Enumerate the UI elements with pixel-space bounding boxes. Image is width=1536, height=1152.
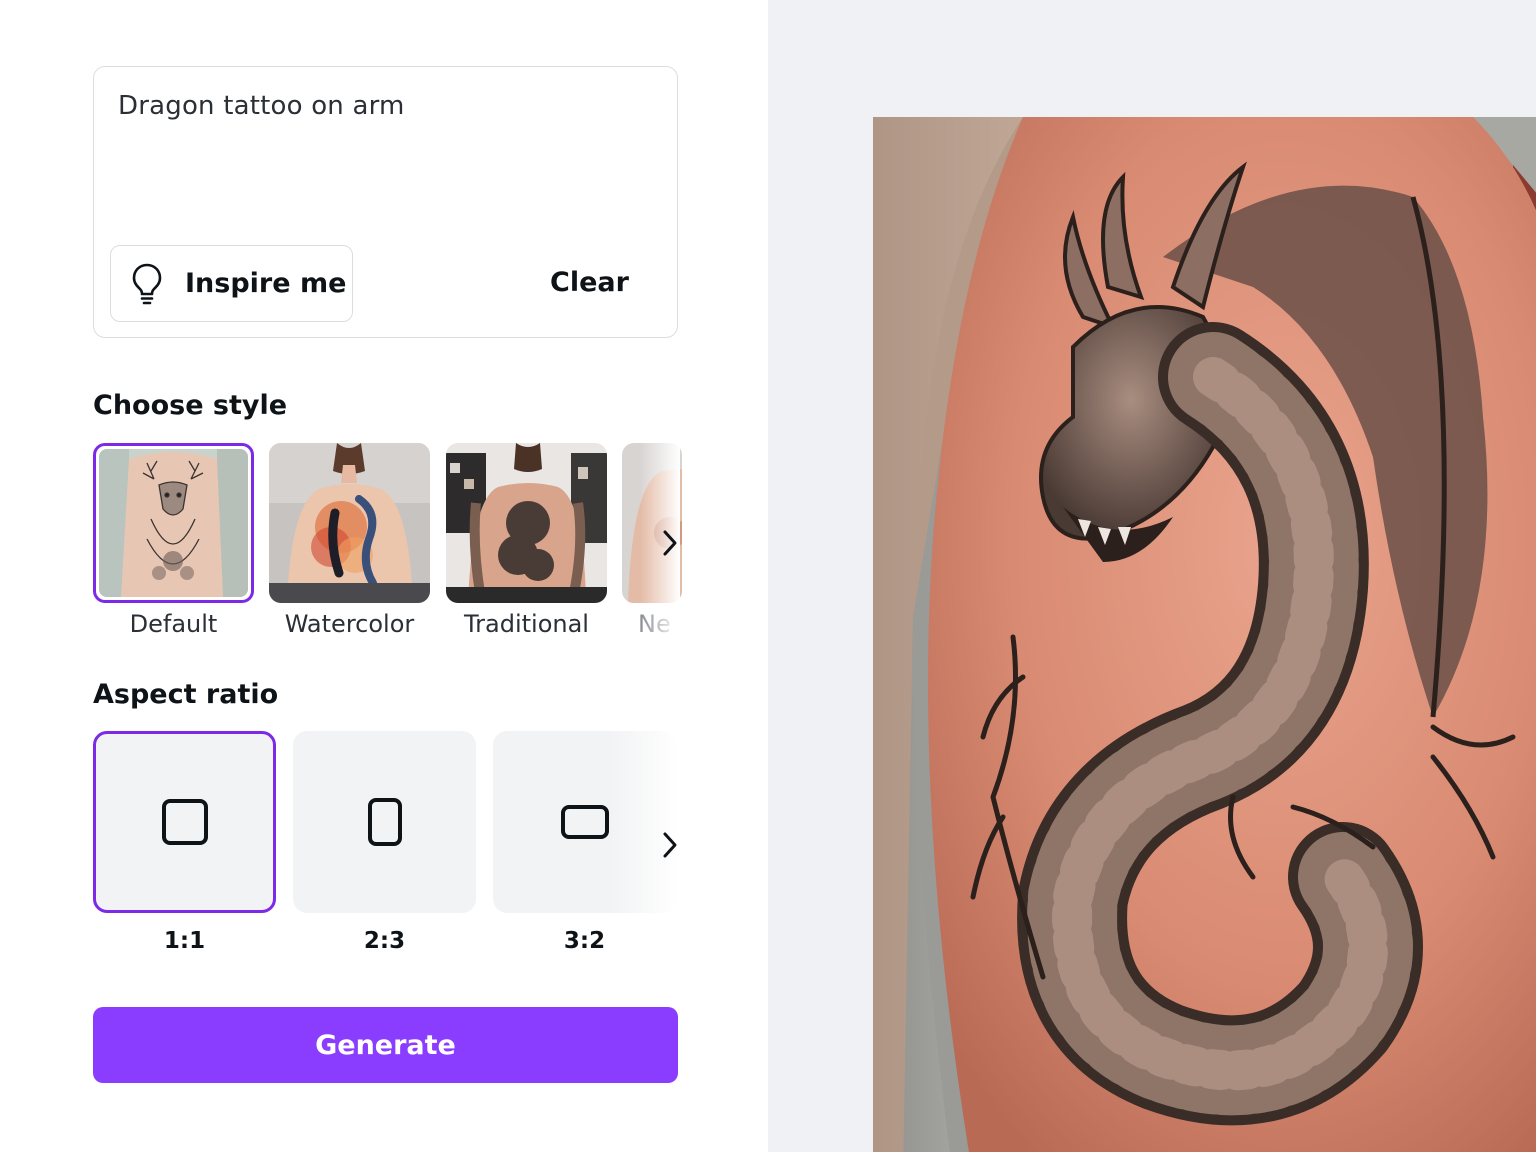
style-label-partial: Ne xyxy=(638,610,671,638)
ratio-option-3-2[interactable] xyxy=(493,731,676,913)
style-thumbnail-traditional xyxy=(446,443,607,603)
style-option-watercolor[interactable] xyxy=(269,443,430,603)
portrait-ratio-icon xyxy=(367,798,402,846)
style-thumbnail-default xyxy=(99,449,248,597)
landscape-ratio-icon xyxy=(560,805,609,839)
inspire-me-button[interactable]: Inspire me xyxy=(110,245,353,322)
ratio-next-chevron-icon[interactable] xyxy=(659,830,681,860)
style-label-default: Default xyxy=(129,610,218,638)
style-option-default[interactable] xyxy=(93,443,254,603)
generate-button[interactable]: Generate xyxy=(93,1007,678,1083)
clear-button[interactable]: Clear xyxy=(550,267,629,298)
style-thumbnail-partial xyxy=(622,443,682,603)
prompt-text[interactable]: Dragon tattoo on arm xyxy=(118,91,405,121)
ratio-label-2-3: 2:3 xyxy=(363,928,406,954)
generator-panel: Dragon tattoo on arm Inspire me Clear Ch… xyxy=(0,0,768,1152)
style-option-partial[interactable] xyxy=(622,443,682,603)
ratio-option-2-3[interactable] xyxy=(293,731,476,913)
style-label-traditional: Traditional xyxy=(464,610,589,638)
prompt-textarea[interactable]: Dragon tattoo on arm Inspire me Clear xyxy=(93,66,678,338)
style-next-chevron-icon[interactable] xyxy=(659,528,681,558)
inspire-me-label: Inspire me xyxy=(185,268,347,299)
style-option-traditional[interactable] xyxy=(446,443,607,603)
preview-panel xyxy=(768,0,1536,1152)
style-label-watercolor: Watercolor xyxy=(284,610,415,638)
ratio-label-1-1: 1:1 xyxy=(163,928,206,954)
generated-result-image[interactable] xyxy=(873,117,1536,1152)
choose-style-heading: Choose style xyxy=(93,390,288,421)
aspect-ratio-heading: Aspect ratio xyxy=(93,679,279,710)
ratio-option-1-1[interactable] xyxy=(93,731,276,913)
lightbulb-icon xyxy=(132,263,162,304)
style-thumbnail-watercolor xyxy=(269,443,430,603)
ratio-label-3-2: 3:2 xyxy=(563,928,606,954)
square-ratio-icon xyxy=(161,799,208,845)
